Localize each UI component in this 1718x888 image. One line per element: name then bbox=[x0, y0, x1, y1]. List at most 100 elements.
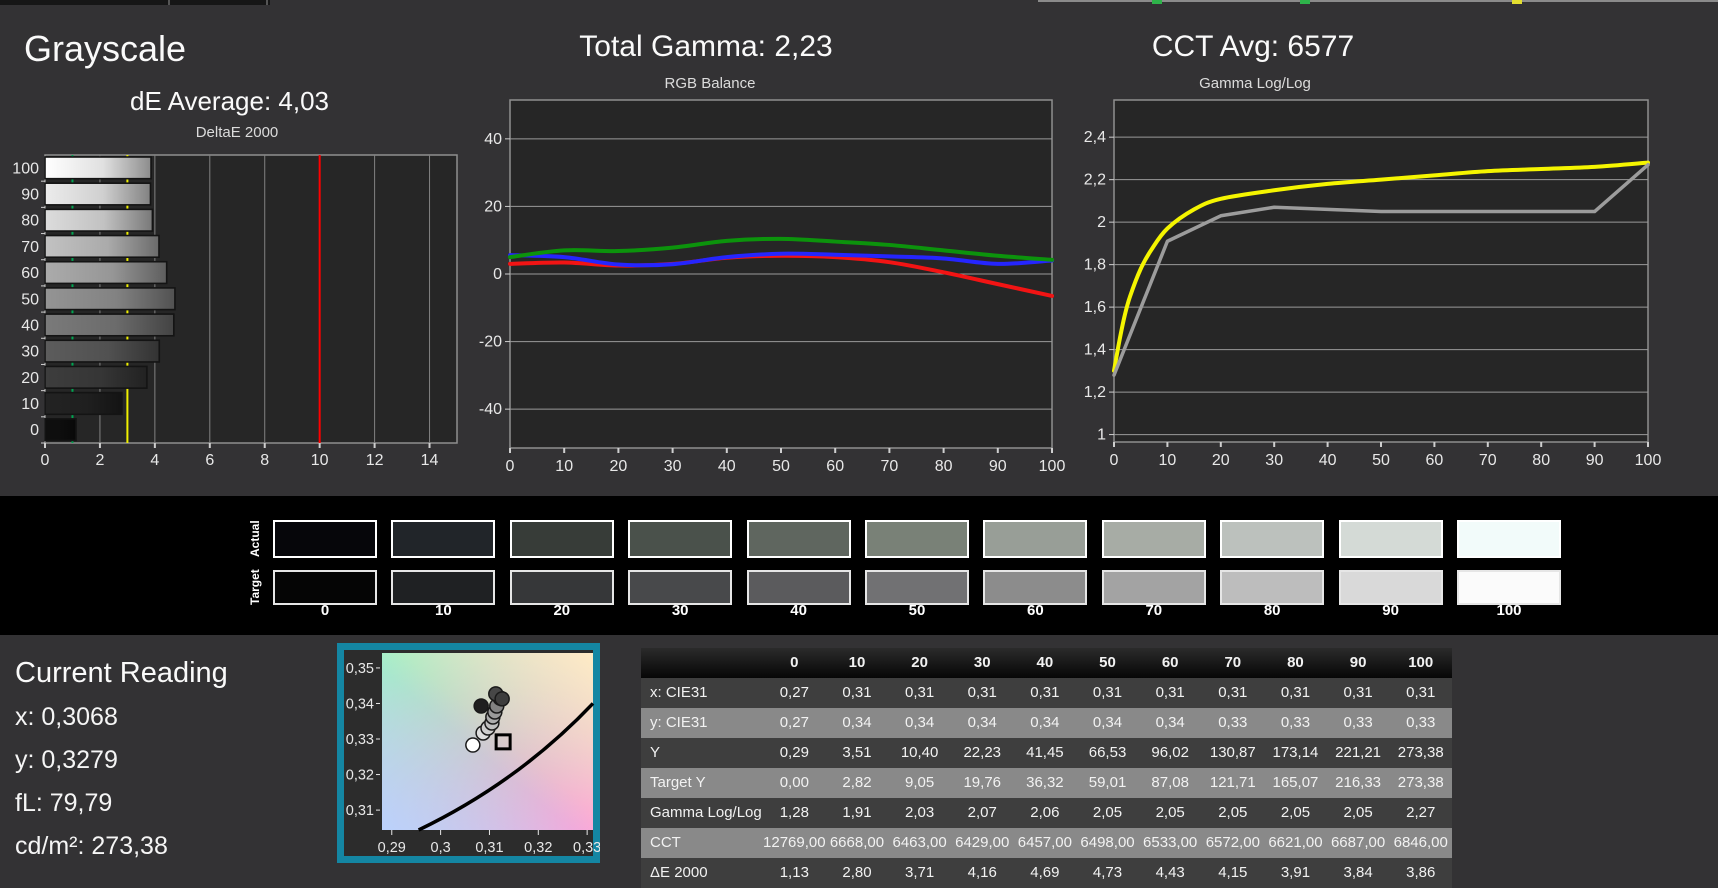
plot-area bbox=[1113, 99, 1649, 443]
table-cell: 2,82 bbox=[842, 774, 872, 791]
svg-text:10: 10 bbox=[21, 396, 39, 413]
table-cell: 4,15 bbox=[1218, 864, 1248, 881]
calibration-dashboard: Grayscale dE Average: 4,03 DeltaE 2000 1… bbox=[0, 0, 1718, 888]
table-cell: 2,05 bbox=[1280, 804, 1311, 821]
target-swatch-100 bbox=[1457, 570, 1561, 605]
svg-text:1,6: 1,6 bbox=[1084, 299, 1106, 316]
progress-mark bbox=[1152, 0, 1162, 4]
svg-text:0,35: 0,35 bbox=[346, 661, 374, 677]
actual-swatch-20 bbox=[509, 520, 614, 558]
measurement-point bbox=[465, 737, 481, 753]
svg-text:40: 40 bbox=[484, 131, 502, 148]
top-tabs-edge bbox=[0, 0, 270, 5]
table-cell: 66,53 bbox=[1088, 744, 1127, 761]
target-swatch-90 bbox=[1338, 570, 1443, 605]
table-cell: 4,43 bbox=[1155, 864, 1185, 881]
table-cell: 0,33 bbox=[1406, 714, 1436, 731]
actual-swatch-60 bbox=[983, 520, 1088, 558]
svg-text:30: 30 bbox=[664, 458, 682, 475]
svg-text:20: 20 bbox=[1212, 452, 1230, 469]
reading-y: y: 0,3279 bbox=[15, 746, 118, 774]
table-cell: 9,05 bbox=[905, 774, 935, 791]
table-cell: 0,00 bbox=[779, 774, 809, 791]
table-cell: 0,34 bbox=[1030, 714, 1060, 731]
target-swatch-60 bbox=[983, 570, 1088, 605]
svg-text:0,33: 0,33 bbox=[573, 840, 600, 856]
table-col-header: 20 bbox=[911, 654, 928, 671]
svg-text:40: 40 bbox=[1319, 452, 1337, 469]
actual-swatch-40 bbox=[746, 520, 851, 558]
svg-text:10: 10 bbox=[555, 458, 573, 475]
table-cell: 19,76 bbox=[963, 774, 1002, 791]
table-row-label: y: CIE31 bbox=[650, 714, 708, 731]
table-row: Y 0,29 3,51 10,40 22,23 41,45 66,53 96,02 130,87… bbox=[641, 738, 1452, 768]
table-cell: 0,31 bbox=[1280, 684, 1311, 701]
swatch-level-label: 50 bbox=[908, 602, 926, 619]
table-cell: 2,07 bbox=[967, 804, 997, 821]
current-reading-title: Current Reading bbox=[15, 657, 228, 689]
table-cell: 3,84 bbox=[1343, 864, 1373, 881]
table-row-label: Y bbox=[650, 744, 661, 761]
svg-text:60: 60 bbox=[21, 265, 39, 282]
svg-text:20: 20 bbox=[610, 458, 628, 475]
swatch-level-label: 60 bbox=[1027, 602, 1044, 619]
table-cell: 3,91 bbox=[1280, 864, 1311, 881]
table-col-header: 90 bbox=[1349, 654, 1367, 671]
table-row: y: CIE31 0,27 0,34 0,34 0,34 0,34 0,34 0,34 0,33… bbox=[641, 708, 1452, 738]
svg-text:4: 4 bbox=[150, 452, 159, 469]
table-cell: 0,31 bbox=[1092, 684, 1123, 701]
target-row-label: Target bbox=[248, 569, 262, 605]
deltae-2000-chart[interactable]: 10090807060504030201000 2 4 6 8 10 12 14 bbox=[0, 120, 470, 470]
svg-text:0,33: 0,33 bbox=[346, 732, 374, 748]
table-cell: 2,05 bbox=[1155, 804, 1185, 821]
svg-text:2,2: 2,2 bbox=[1084, 172, 1106, 189]
table-cell: 0,34 bbox=[1155, 714, 1185, 731]
cie-chromaticity-chart[interactable]: 0,35 0,34 0,33 0,32 0,31 0,29 0,3 0,31 0,32 0,33 bbox=[337, 643, 600, 863]
table-cell: 41,45 bbox=[1026, 744, 1064, 761]
table-header-row: 0 10 20 30 40 50 60 70 80 90 100 bbox=[641, 648, 1452, 678]
table-cell: 22,23 bbox=[963, 744, 1002, 761]
table-cell: 216,33 bbox=[1335, 774, 1382, 791]
swatch-level-label: 90 bbox=[1382, 602, 1399, 619]
table-col-header: 100 bbox=[1408, 654, 1434, 671]
table-cell: 0,31 bbox=[1030, 684, 1060, 701]
svg-text:0,3: 0,3 bbox=[431, 840, 451, 856]
table-cell: 2,05 bbox=[1343, 804, 1373, 821]
table-col-header: 40 bbox=[1036, 654, 1054, 671]
tab-separator bbox=[168, 0, 170, 5]
table-cell: 2,05 bbox=[1218, 804, 1248, 821]
de-average-value: dE Average: 4,03 bbox=[130, 86, 330, 116]
svg-text:8: 8 bbox=[260, 452, 269, 469]
table-cell: 165,07 bbox=[1272, 774, 1319, 791]
svg-text:30: 30 bbox=[1265, 452, 1283, 469]
svg-text:14: 14 bbox=[421, 452, 439, 469]
table-cell: 2,27 bbox=[1406, 804, 1436, 821]
tab-separator bbox=[266, 0, 268, 5]
measurement-table: 0 10 20 30 40 50 60 70 80 90 100 x: CIE31 0,27 0,31 0,… bbox=[641, 648, 1452, 888]
table-row-label: Gamma Log/Log bbox=[650, 804, 762, 821]
table-cell: 0,31 bbox=[905, 684, 935, 701]
svg-text:10: 10 bbox=[311, 452, 329, 469]
table-cell: 4,16 bbox=[967, 864, 997, 881]
svg-text:6: 6 bbox=[205, 452, 214, 469]
table-cell: 12769,00 bbox=[763, 834, 826, 851]
table-cell: 2,80 bbox=[842, 864, 872, 881]
swatch-level-label: 0 bbox=[320, 602, 330, 619]
svg-text:30: 30 bbox=[21, 344, 39, 361]
svg-text:50: 50 bbox=[21, 291, 39, 308]
svg-text:0: 0 bbox=[506, 458, 515, 475]
svg-text:0,34: 0,34 bbox=[346, 696, 374, 712]
table-cell: 10,40 bbox=[900, 744, 939, 761]
svg-text:90: 90 bbox=[21, 187, 39, 204]
svg-text:60: 60 bbox=[1426, 452, 1444, 469]
svg-text:0,32: 0,32 bbox=[346, 768, 374, 784]
table-cell: 173,14 bbox=[1272, 744, 1319, 761]
svg-text:0,32: 0,32 bbox=[524, 840, 552, 856]
rgb-balance-chart[interactable]: 40200-20-400 10 20 30 40 50 60 70 80 90 100 bbox=[460, 90, 1080, 480]
gamma-loglog-chart[interactable]: 2,4 2,2 2 1,8 1,6 1,4 1,2 10 10 20 30 40 50 60 70 80 90 1… bbox=[1060, 90, 1718, 480]
table-cell: 1,91 bbox=[842, 804, 872, 821]
reading-x: x: 0,3068 bbox=[15, 703, 118, 731]
table-cell: 1,28 bbox=[779, 804, 809, 821]
table-cell: 221,21 bbox=[1335, 744, 1382, 761]
target-swatch-80 bbox=[1220, 570, 1325, 605]
